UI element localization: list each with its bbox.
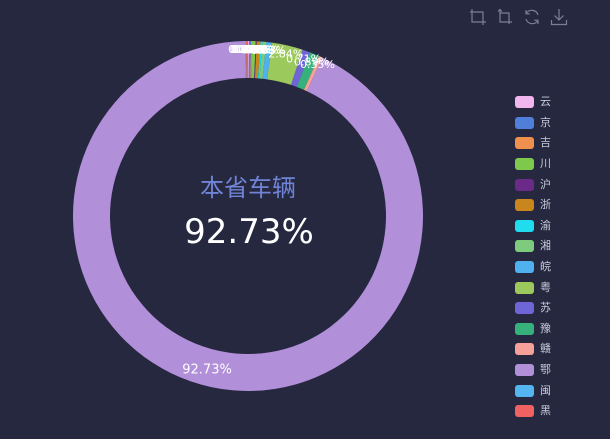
- legend-label: 渝: [540, 218, 551, 232]
- legend-swatch: [515, 158, 534, 171]
- legend-item[interactable]: 闽: [515, 380, 551, 401]
- legend-swatch: [515, 405, 534, 418]
- legend-label: 川: [540, 157, 551, 171]
- legend-item[interactable]: 鄂: [515, 360, 551, 381]
- slice-label: 0.18%: [230, 43, 265, 56]
- legend-swatch: [515, 322, 534, 335]
- legend-swatch: [515, 364, 534, 377]
- legend-label: 浙: [540, 198, 551, 212]
- legend-swatch: [515, 96, 534, 109]
- legend-label: 粤: [540, 280, 551, 294]
- legend-item[interactable]: 京: [515, 113, 551, 134]
- legend-label: 京: [540, 115, 551, 129]
- legend-item[interactable]: 赣: [515, 339, 551, 360]
- legend-label: 吉: [540, 136, 551, 150]
- legend-item[interactable]: 渝: [515, 216, 551, 237]
- legend-label: 黑: [540, 404, 551, 418]
- legend-label: 豫: [540, 321, 551, 335]
- legend-swatch: [515, 137, 534, 150]
- center-label: 本省车辆: [200, 174, 296, 202]
- legend-swatch: [515, 261, 534, 274]
- legend-item[interactable]: 湘: [515, 236, 551, 257]
- legend-item[interactable]: 川: [515, 154, 551, 175]
- legend-item[interactable]: 浙: [515, 195, 551, 216]
- legend: 云京吉川沪浙渝湘皖粤苏豫赣鄂闽黑: [515, 92, 551, 422]
- legend-label: 皖: [540, 260, 551, 274]
- slice-label: 0.35%: [300, 58, 335, 71]
- legend-swatch: [515, 199, 534, 212]
- legend-label: 沪: [540, 177, 551, 191]
- legend-label: 云: [540, 95, 551, 109]
- legend-item[interactable]: 皖: [515, 257, 551, 278]
- legend-label: 赣: [540, 342, 551, 356]
- legend-item[interactable]: 粤: [515, 277, 551, 298]
- legend-swatch: [515, 384, 534, 397]
- legend-item[interactable]: 黑: [515, 401, 551, 422]
- legend-label: 闽: [540, 383, 551, 397]
- legend-swatch: [515, 219, 534, 232]
- legend-swatch: [515, 116, 534, 129]
- legend-item[interactable]: 吉: [515, 133, 551, 154]
- legend-item[interactable]: 云: [515, 92, 551, 113]
- legend-label: 苏: [540, 301, 551, 315]
- legend-item[interactable]: 沪: [515, 174, 551, 195]
- legend-swatch: [515, 240, 534, 253]
- legend-swatch: [515, 281, 534, 294]
- slice-label: 92.73%: [182, 363, 232, 378]
- legend-swatch: [515, 302, 534, 315]
- center-value: 92.73%: [184, 212, 314, 252]
- legend-swatch: [515, 178, 534, 191]
- legend-item[interactable]: 豫: [515, 319, 551, 340]
- legend-item[interactable]: 苏: [515, 298, 551, 319]
- legend-swatch: [515, 343, 534, 356]
- legend-label: 鄂: [540, 363, 551, 377]
- legend-label: 湘: [540, 239, 551, 253]
